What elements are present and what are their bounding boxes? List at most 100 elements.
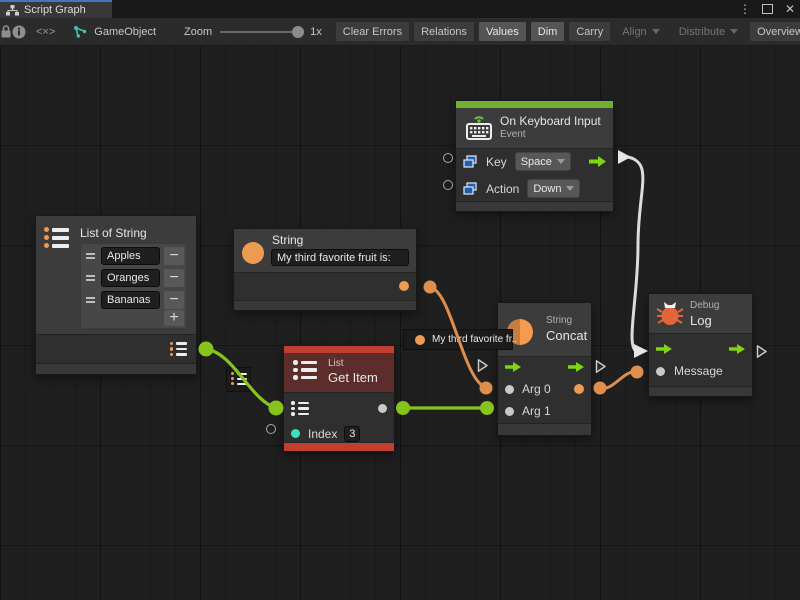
graph-toolbar: <×> GameObject Zoom 1x Clear Errors Rela… <box>0 18 800 46</box>
tab-title: Script Graph <box>24 4 86 16</box>
arg0-input-port[interactable] <box>505 385 514 394</box>
trigger-input-unconnected[interactable] <box>477 358 489 373</box>
index-label: Index <box>308 427 337 441</box>
press-state-icon <box>463 182 477 195</box>
index-field[interactable]: 3 <box>344 426 360 442</box>
log-trigger-row <box>649 338 752 360</box>
trigger-output-port[interactable] <box>589 156 606 167</box>
window-menu-icon[interactable]: ⋮ <box>737 1 753 17</box>
error-accent-bar <box>284 346 394 353</box>
message-label: Message <box>674 364 723 378</box>
list-output-port[interactable] <box>170 342 188 357</box>
list-item-field[interactable]: Oranges <box>101 269 160 287</box>
zoom-slider-handle[interactable] <box>292 26 304 38</box>
index-input-port[interactable] <box>291 429 300 438</box>
lock-button[interactable] <box>0 18 12 45</box>
overview-button[interactable]: Overview <box>749 21 800 42</box>
action-dropdown[interactable]: Down <box>527 179 580 198</box>
maximize-box-icon <box>762 4 773 14</box>
remove-item-button[interactable]: − <box>164 291 184 309</box>
unity-visual-scripting-window: { "window": { "tab_title": "Script Graph… <box>0 0 800 600</box>
gameobject-selector[interactable]: GameObject <box>73 18 156 45</box>
zoom-label: Zoom <box>184 26 212 38</box>
node-subtitle: Event <box>500 129 526 140</box>
node-title: Get Item <box>328 370 378 385</box>
distribute-label: Distribute <box>679 26 725 38</box>
remove-item-button[interactable]: − <box>164 269 184 287</box>
string-value-field[interactable]: My third favorite fruit is: <box>271 249 409 266</box>
arg1-input-port[interactable] <box>505 407 514 416</box>
align-label: Align <box>622 26 646 38</box>
string-value-icon <box>415 335 425 345</box>
key-dropdown[interactable]: Space <box>515 152 571 171</box>
wire-value-text: My third favorite fr.. <box>432 334 517 345</box>
key-input-port-unconnected[interactable] <box>443 153 453 163</box>
index-input-port-unconnected[interactable] <box>266 424 276 434</box>
code-icon: <×> <box>36 26 55 38</box>
trigger-output-unconnected[interactable] <box>595 359 607 374</box>
trigger-output-unconnected[interactable] <box>756 344 768 359</box>
keyboard-icon <box>463 112 495 144</box>
result-output-port[interactable] <box>574 384 584 394</box>
string-output-port[interactable] <box>399 281 409 291</box>
zoom-slider-track[interactable] <box>220 31 302 33</box>
list-item-field[interactable]: Apples <box>101 247 160 265</box>
distribute-button[interactable]: Distribute <box>671 21 746 42</box>
list-output-row <box>36 334 196 364</box>
list-icon <box>293 360 317 380</box>
list-item-field[interactable]: Bananas <box>101 291 160 309</box>
add-item-button[interactable]: + <box>164 310 184 326</box>
lock-icon <box>0 25 12 38</box>
message-input-port[interactable] <box>656 367 665 376</box>
carry-button[interactable]: Carry <box>568 21 611 42</box>
item-output-port[interactable] <box>378 404 387 413</box>
chevron-down-icon <box>652 29 660 34</box>
drag-handle-icon[interactable] <box>84 291 97 309</box>
wire-value-badge-list <box>226 367 251 392</box>
edit-graph-button[interactable]: <×> <box>36 18 55 45</box>
drag-handle-icon[interactable] <box>84 269 97 287</box>
window-maximize-icon[interactable] <box>759 1 775 17</box>
error-footer-bar <box>284 442 394 451</box>
action-input-port-unconnected[interactable] <box>443 180 453 190</box>
node-get-item[interactable]: List Get Item Index 3 <box>283 345 395 452</box>
align-button[interactable]: Align <box>614 21 667 42</box>
zoom-value: 1x <box>310 26 322 38</box>
node-category: String <box>546 315 572 326</box>
node-on-keyboard-input[interactable]: On Keyboard Input Event Key Space Action… <box>455 100 614 212</box>
arg1-row: Arg 1 <box>498 400 591 422</box>
trigger-output-port[interactable] <box>568 362 584 372</box>
arg1-label: Arg 1 <box>522 404 551 418</box>
relations-button[interactable]: Relations <box>413 21 475 42</box>
info-icon <box>12 25 26 39</box>
info-button[interactable] <box>12 18 26 45</box>
action-port-row: Action Down <box>456 175 613 202</box>
action-label: Action <box>486 182 519 196</box>
window-close-icon[interactable]: ✕ <box>782 1 798 17</box>
bug-icon <box>656 299 684 327</box>
tab-script-graph[interactable]: Script Graph <box>0 0 112 18</box>
clear-errors-button[interactable]: Clear Errors <box>335 21 410 42</box>
message-row: Message <box>649 360 752 382</box>
trigger-input-port[interactable] <box>656 344 672 354</box>
keycode-icon <box>463 155 477 168</box>
event-accent-bar <box>456 101 613 108</box>
node-string-literal[interactable]: String My third favorite fruit is: <box>233 228 417 311</box>
trigger-input-port[interactable] <box>505 362 521 372</box>
key-port-row: Key Space <box>456 148 613 175</box>
wire-value-badge-string: My third favorite fr.. <box>403 329 513 350</box>
string-output-row <box>234 272 416 300</box>
remove-item-button[interactable]: − <box>164 247 184 265</box>
node-debug-log[interactable]: Debug Log Message <box>648 293 753 397</box>
list-input-port[interactable] <box>291 401 309 416</box>
chevron-down-icon <box>730 29 738 34</box>
trigger-output-port[interactable] <box>729 344 745 354</box>
dim-button[interactable]: Dim <box>530 21 566 42</box>
zoom-control: Zoom 1x <box>184 18 322 45</box>
node-list-of-string[interactable]: List of String Apples − Oranges − Banana… <box>35 215 197 375</box>
node-category: Debug <box>690 300 719 311</box>
values-button[interactable]: Values <box>478 21 527 42</box>
node-concat[interactable]: String Concat Arg 0 Arg 1 <box>497 302 592 436</box>
list-icon <box>44 227 69 248</box>
drag-handle-icon[interactable] <box>84 247 97 265</box>
